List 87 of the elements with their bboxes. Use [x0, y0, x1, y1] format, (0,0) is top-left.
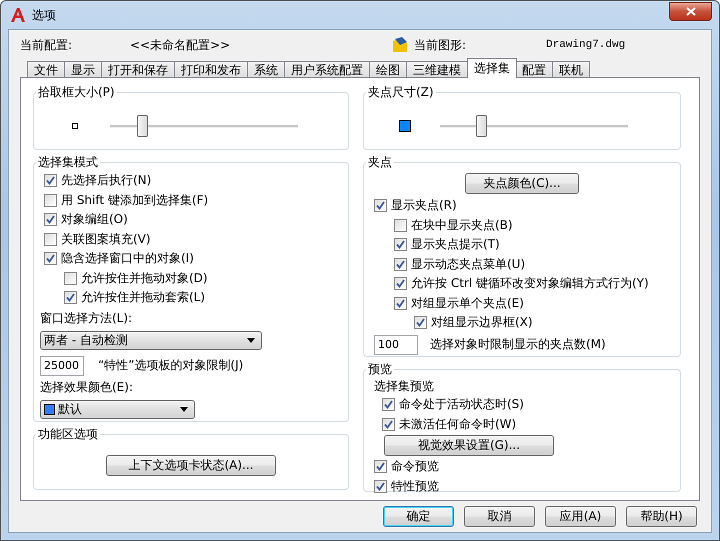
checkbox-label: 显示夹点提示(T)	[411, 236, 500, 254]
checkbox[interactable]	[394, 296, 407, 310]
visual-effects-button[interactable]: 视觉效果设置(G)...	[384, 435, 554, 456]
profile-value: <<未命名配置>>	[130, 36, 232, 54]
field-label: 窗口选择方法(L):	[40, 310, 134, 326]
checkbox[interactable]	[44, 252, 57, 266]
drawing-value: Drawing7.dwg	[546, 39, 626, 51]
checkbox[interactable]	[394, 238, 407, 252]
tab[interactable]: 绘图	[369, 61, 407, 78]
field-label: 选择效果颜色(E):	[40, 378, 134, 396]
window-title: 选项	[32, 6, 57, 24]
checkbox[interactable]	[374, 460, 387, 474]
tab[interactable]: 显示	[64, 61, 102, 78]
dropdown-arrow-icon	[247, 338, 255, 342]
tab[interactable]: 打开和保存	[101, 61, 175, 78]
close-button[interactable]	[669, 2, 712, 20]
group-title: 拾取框大小(P)	[37, 84, 116, 101]
checkbox[interactable]	[44, 232, 57, 246]
checkbox-label: 对组显示边界框(X)	[431, 314, 533, 332]
checkbox[interactable]	[382, 418, 395, 431]
checkbox-label: 关联图案填充(V)	[61, 230, 151, 248]
checkbox-label: 用 Shift 键添加到选择集(F)	[61, 192, 208, 209]
dialog-button[interactable]: 确定	[383, 506, 454, 527]
checkbox[interactable]	[64, 272, 77, 285]
window-method-dropdown[interactable]: 两者 - 自动检测	[40, 330, 262, 350]
slider-thumb[interactable]	[476, 115, 488, 137]
checkbox[interactable]	[44, 194, 57, 207]
tab[interactable]: 打印和发布	[174, 61, 248, 78]
drawing-file-icon	[392, 37, 408, 53]
checkbox-label: 先选择后执行(N)	[61, 172, 152, 190]
drawing-label: 当前图形:	[414, 36, 468, 54]
dialog-button[interactable]: 应用(A)	[545, 506, 616, 527]
field-label: “特性”选项板的对象限制(J)	[98, 357, 244, 374]
profile-label: 当前配置:	[20, 36, 74, 54]
slider[interactable]	[110, 115, 298, 137]
tab[interactable]: 选择集	[467, 58, 517, 78]
grip-preview-icon	[399, 120, 411, 132]
checkbox[interactable]	[64, 291, 77, 304]
checkbox-label: 特性预览	[391, 478, 439, 495]
checkbox-label: 对组显示单个夹点(E)	[411, 294, 524, 312]
grip-color-button[interactable]: 夹点颜色(C)...	[465, 173, 579, 194]
tab[interactable]: 三维建模	[406, 61, 468, 78]
checkbox[interactable]	[44, 213, 57, 226]
close-icon	[686, 6, 696, 16]
tab[interactable]: 联机	[552, 61, 590, 78]
slider-thumb[interactable]	[136, 115, 148, 137]
checkbox[interactable]	[394, 258, 407, 271]
group-title: 夹点尺寸(Z)	[367, 84, 435, 101]
checkbox-label: 允许按住并拖动对象(D)	[81, 270, 208, 287]
checkbox[interactable]	[44, 174, 57, 188]
app-logo-icon	[10, 7, 26, 23]
effect-color-dropdown[interactable]: 默认	[40, 400, 195, 418]
dropdown-arrow-icon	[180, 406, 188, 412]
group-title: 功能区选项	[37, 426, 99, 443]
checkbox-label: 命令处于活动状态时(S)	[399, 396, 524, 414]
tab[interactable]: 系统	[247, 61, 285, 78]
checkbox-label: 显示动态夹点菜单(U)	[411, 256, 526, 273]
object-limit-input[interactable]: 25000	[40, 356, 84, 376]
group-title: 夹点	[367, 154, 393, 171]
checkbox-label: 允许按 Ctrl 键循环改变对象编辑方式行为(Y)	[411, 275, 649, 292]
group-title: 选择集模式	[37, 154, 99, 171]
tab[interactable]: 用户系统配置	[284, 61, 370, 78]
group-title: 预览	[367, 361, 393, 378]
checkbox[interactable]	[382, 398, 395, 412]
dialog-button[interactable]: 取消	[464, 506, 535, 527]
tab[interactable]: 配置	[515, 61, 553, 78]
checkbox[interactable]	[374, 480, 387, 493]
checkbox[interactable]	[374, 199, 387, 212]
checkbox-label: 显示夹点(R)	[391, 197, 457, 214]
checkbox-label: 命令预览	[391, 458, 439, 476]
checkbox-label: 在块中显示夹点(B)	[411, 216, 513, 234]
slider[interactable]	[440, 115, 628, 137]
field-label: 选择对象时限制显示的夹点数(M)	[430, 336, 606, 353]
section-label: 选择集预览	[373, 378, 435, 395]
checkbox[interactable]	[414, 316, 427, 330]
tab[interactable]: 文件	[27, 61, 65, 78]
pickbox-preview-icon	[72, 123, 78, 129]
contextual-tab-state-button[interactable]: 上下文选项卡状态(A)...	[106, 455, 276, 476]
color-swatch-icon	[44, 404, 55, 414]
checkbox-label: 隐含选择窗口中的对象(I)	[61, 250, 194, 268]
dialog-button[interactable]: 帮助(H)	[626, 506, 697, 527]
checkbox[interactable]	[394, 277, 407, 290]
checkbox-label: 对象编组(O)	[61, 211, 128, 228]
checkbox-label: 允许按住并拖动套索(L)	[81, 289, 206, 306]
grip-limit-input[interactable]: 100	[374, 334, 418, 354]
checkbox[interactable]	[394, 218, 407, 232]
checkbox-label: 未激活任何命令时(W)	[399, 416, 516, 433]
